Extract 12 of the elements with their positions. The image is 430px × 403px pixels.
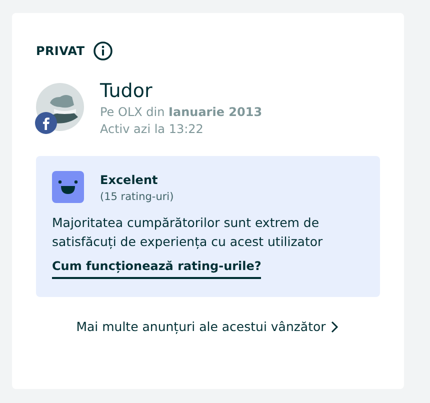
seller-type: PRIVAT [36,44,85,58]
member-since-text: Pe OLX din Ianuarie 2013 [100,105,262,119]
rating-help-link[interactable]: Cum funcționează rating-urile? [52,259,262,279]
rating-description: Majoritatea cumpărătorilor sunt extrem de satisfăcuți de experiența cu acest utilizator [52,214,324,251]
smiley-icon [52,171,84,203]
info-icon[interactable] [92,41,113,61]
more-ads-link[interactable]: Mai multe anunțuri ale acestui vânzător [76,319,326,334]
last-active-text: Activ azi la 13:22 [100,122,204,136]
rating-count: (15 rating-uri) [100,191,174,203]
seller-name: Tudor [100,80,154,102]
rating-label: Excelent [100,173,159,187]
chevron-right-icon[interactable] [330,320,340,334]
